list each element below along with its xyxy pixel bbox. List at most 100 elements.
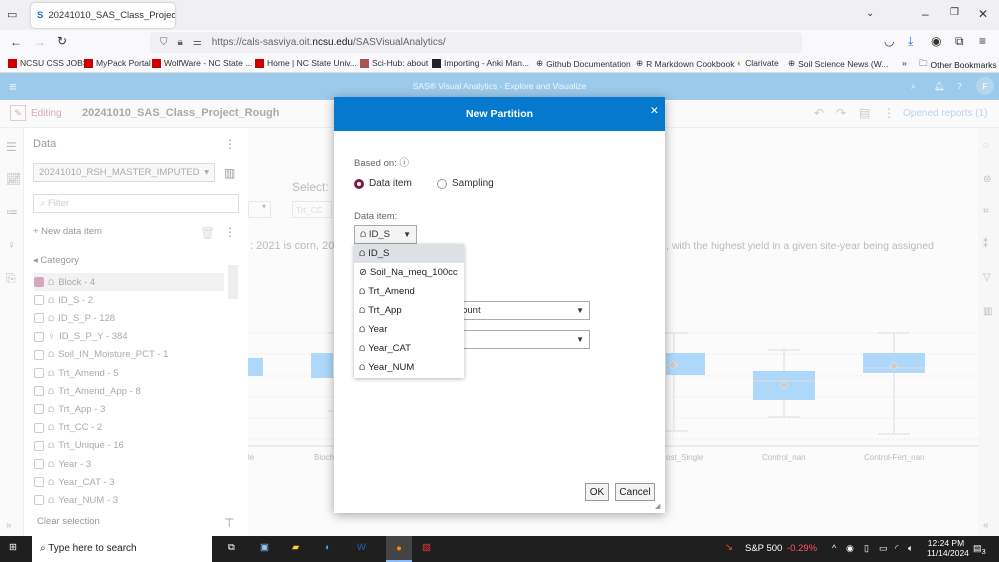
data-item-row[interactable]: ⩍ Trt_App - 3: [34, 400, 224, 418]
data-item-row[interactable]: ⩍ Trt_CC - 2: [34, 419, 224, 437]
clock[interactable]: 12:24 PM 11/14/2024: [927, 538, 969, 558]
clear-selection-button[interactable]: Clear selection: [37, 516, 100, 527]
data-item-row[interactable]: ⩍ Trt_Amend_App - 8: [34, 382, 224, 400]
forward-icon[interactable]: →: [34, 35, 46, 49]
other-bookmarks[interactable]: 🗀 Other Bookmarks: [919, 58, 997, 72]
data-item-option[interactable]: ⩍ Year_CAT: [354, 339, 464, 358]
tray-icon[interactable]: ◉: [846, 543, 854, 554]
hamburger-menu-icon[interactable]: ≡: [9, 73, 17, 100]
filter-icon[interactable]: ▽: [983, 272, 991, 283]
help-icon[interactable]: ?: [957, 73, 962, 100]
undo-icon[interactable]: ↶: [814, 106, 824, 120]
data-item-row[interactable]: ⩍ Year_NUM - 3: [34, 491, 224, 509]
dropdown-2[interactable]: lount ▼: [454, 301, 590, 320]
minimize-icon[interactable]: –: [922, 7, 929, 21]
item-menu-icon[interactable]: ⋮: [224, 225, 236, 239]
checkbox[interactable]: [34, 404, 44, 415]
data-source-menu-icon[interactable]: ▥: [224, 166, 235, 180]
data-item-row[interactable]: ♀ ID_S_P_Y - 384: [34, 328, 224, 346]
tab-list-icon[interactable]: ▭: [7, 8, 17, 21]
suggestions-icon[interactable]: ♀: [7, 238, 16, 252]
data-item-row[interactable]: ⩍ Block - 4: [34, 273, 224, 291]
sampling-radio-label[interactable]: Sampling: [452, 178, 494, 189]
category-group[interactable]: ◂ Category: [33, 255, 79, 266]
app-icon-red[interactable]: ▨: [422, 542, 431, 553]
extensions-icon[interactable]: ⧉: [955, 34, 964, 49]
taskbar-search[interactable]: ⌕ Type here to search: [32, 536, 212, 562]
data-source-select[interactable]: 20241010_RSH_MASTER_IMPUTED ▾: [33, 163, 215, 182]
filter-input[interactable]: ⌕ Filter: [33, 194, 239, 213]
new-data-item-button[interactable]: + New data item: [33, 226, 102, 237]
scrollbar[interactable]: [228, 253, 238, 507]
close-window-icon[interactable]: ✕: [978, 7, 988, 21]
pages-icon[interactable]: ⎘: [6, 271, 16, 286]
bookmark[interactable]: ⊕ Github Documentation: [536, 58, 631, 69]
checkbox[interactable]: [34, 477, 44, 488]
stock-name[interactable]: S&P 500: [745, 543, 782, 554]
user-avatar[interactable]: F: [976, 77, 994, 95]
checkbox[interactable]: [34, 386, 44, 397]
more-options-icon[interactable]: ⋮: [883, 106, 895, 120]
search-icon[interactable]: ⌕: [911, 73, 916, 100]
ok-button[interactable]: OK: [585, 483, 609, 501]
edge-icon[interactable]: ◐: [325, 542, 331, 553]
pin-icon[interactable]: ⊤: [224, 516, 234, 530]
edit-pencil-icon[interactable]: ✎: [10, 105, 26, 121]
data-item-row[interactable]: ⩍ Year - 3: [34, 455, 224, 473]
data-item-radio-label[interactable]: Data item: [369, 178, 412, 189]
data-item-option[interactable]: ⩍ Year: [354, 320, 464, 339]
file-explorer-icon[interactable]: ▰: [292, 542, 299, 553]
checkbox[interactable]: [34, 349, 44, 360]
panel-menu-icon[interactable]: ⋮: [224, 137, 236, 151]
trash-icon[interactable]: 🗑︎: [200, 226, 215, 240]
control-dropdown[interactable]: ▾: [248, 201, 271, 218]
firefox-icon[interactable]: ●: [386, 536, 412, 562]
bookmark[interactable]: ⊕ R Markdown Cookbook: [636, 58, 734, 69]
data-item-row[interactable]: ⩍ Soil_IN_Moisture_PCT - 1: [34, 346, 224, 364]
checkbox[interactable]: [34, 459, 44, 469]
opened-reports-link[interactable]: Opened reports (1): [903, 108, 988, 119]
chevron-down-icon[interactable]: ⌄: [866, 8, 874, 19]
bookmark[interactable]: MyPack Portal: [84, 58, 151, 68]
bookmark[interactable]: Sci-Hub: about: [360, 58, 428, 68]
data-item-row[interactable]: ⩍ Trt_Amend - 5: [34, 364, 224, 382]
ranks-icon[interactable]: ▥: [983, 306, 992, 317]
rules-icon[interactable]: ⁑: [983, 239, 988, 250]
data-item-option[interactable]: ⩍ ID_S: [354, 244, 464, 263]
checkbox[interactable]: [34, 295, 44, 306]
resize-handle[interactable]: ◢: [655, 502, 660, 510]
close-dialog-icon[interactable]: ✕: [650, 94, 659, 128]
dropdown-3[interactable]: ▼: [454, 330, 590, 349]
notifications-icon[interactable]: ▤3: [973, 543, 986, 556]
data-item-row[interactable]: ⩍ ID_S - 2: [34, 291, 224, 309]
checkbox[interactable]: [34, 495, 44, 506]
menu-icon[interactable]: ≡: [979, 34, 986, 48]
bookmark[interactable]: Home | NC State Univ...: [255, 58, 357, 68]
checkbox[interactable]: [34, 313, 44, 324]
url-bar[interactable]: ⛉ 🔒︎ ⚌ https://cals-sasviya.oit.ncsu.edu/S…: [150, 32, 802, 53]
more-bookmarks-icon[interactable]: »: [902, 58, 907, 68]
pocket-icon[interactable]: ◡: [884, 34, 894, 48]
data-item-select[interactable]: ⩍ ID_S ▼: [354, 225, 417, 244]
bookmark[interactable]: NCSU CSS JOBS: [8, 58, 89, 68]
browser-tab[interactable]: S 20241010_SAS_Class_Project_R ✕: [31, 3, 175, 28]
data-item-option[interactable]: ⩍ Trt_Amend: [354, 282, 464, 301]
cancel-button[interactable]: Cancel: [615, 483, 655, 501]
trt-cc-control[interactable]: Trt_CC: [292, 201, 332, 218]
expand-icon[interactable]: »: [6, 520, 12, 531]
tray-chevron-icon[interactable]: ^: [832, 543, 836, 553]
comment-icon[interactable]: ◌: [983, 140, 989, 151]
collapse-icon[interactable]: «: [983, 520, 989, 531]
tray-icon[interactable]: ▯: [864, 543, 869, 554]
data-item-option[interactable]: ⩍ Trt_App: [354, 301, 464, 320]
bookmark[interactable]: Importing - Anki Man...: [432, 58, 529, 68]
data-item-option[interactable]: ⊘ Soil_Na_meq_100cc: [354, 263, 464, 282]
battery-icon[interactable]: ▭: [879, 543, 888, 554]
restore-icon[interactable]: ❐: [950, 7, 959, 18]
redo-icon[interactable]: ↷: [836, 106, 846, 120]
data-item-option[interactable]: ⩍ Year_NUM: [354, 358, 464, 377]
data-item-radio[interactable]: [354, 179, 364, 189]
actions-icon[interactable]: ⌗: [983, 206, 989, 217]
volume-icon[interactable]: 🔈︎: [908, 543, 913, 554]
checkbox[interactable]: [34, 440, 44, 451]
